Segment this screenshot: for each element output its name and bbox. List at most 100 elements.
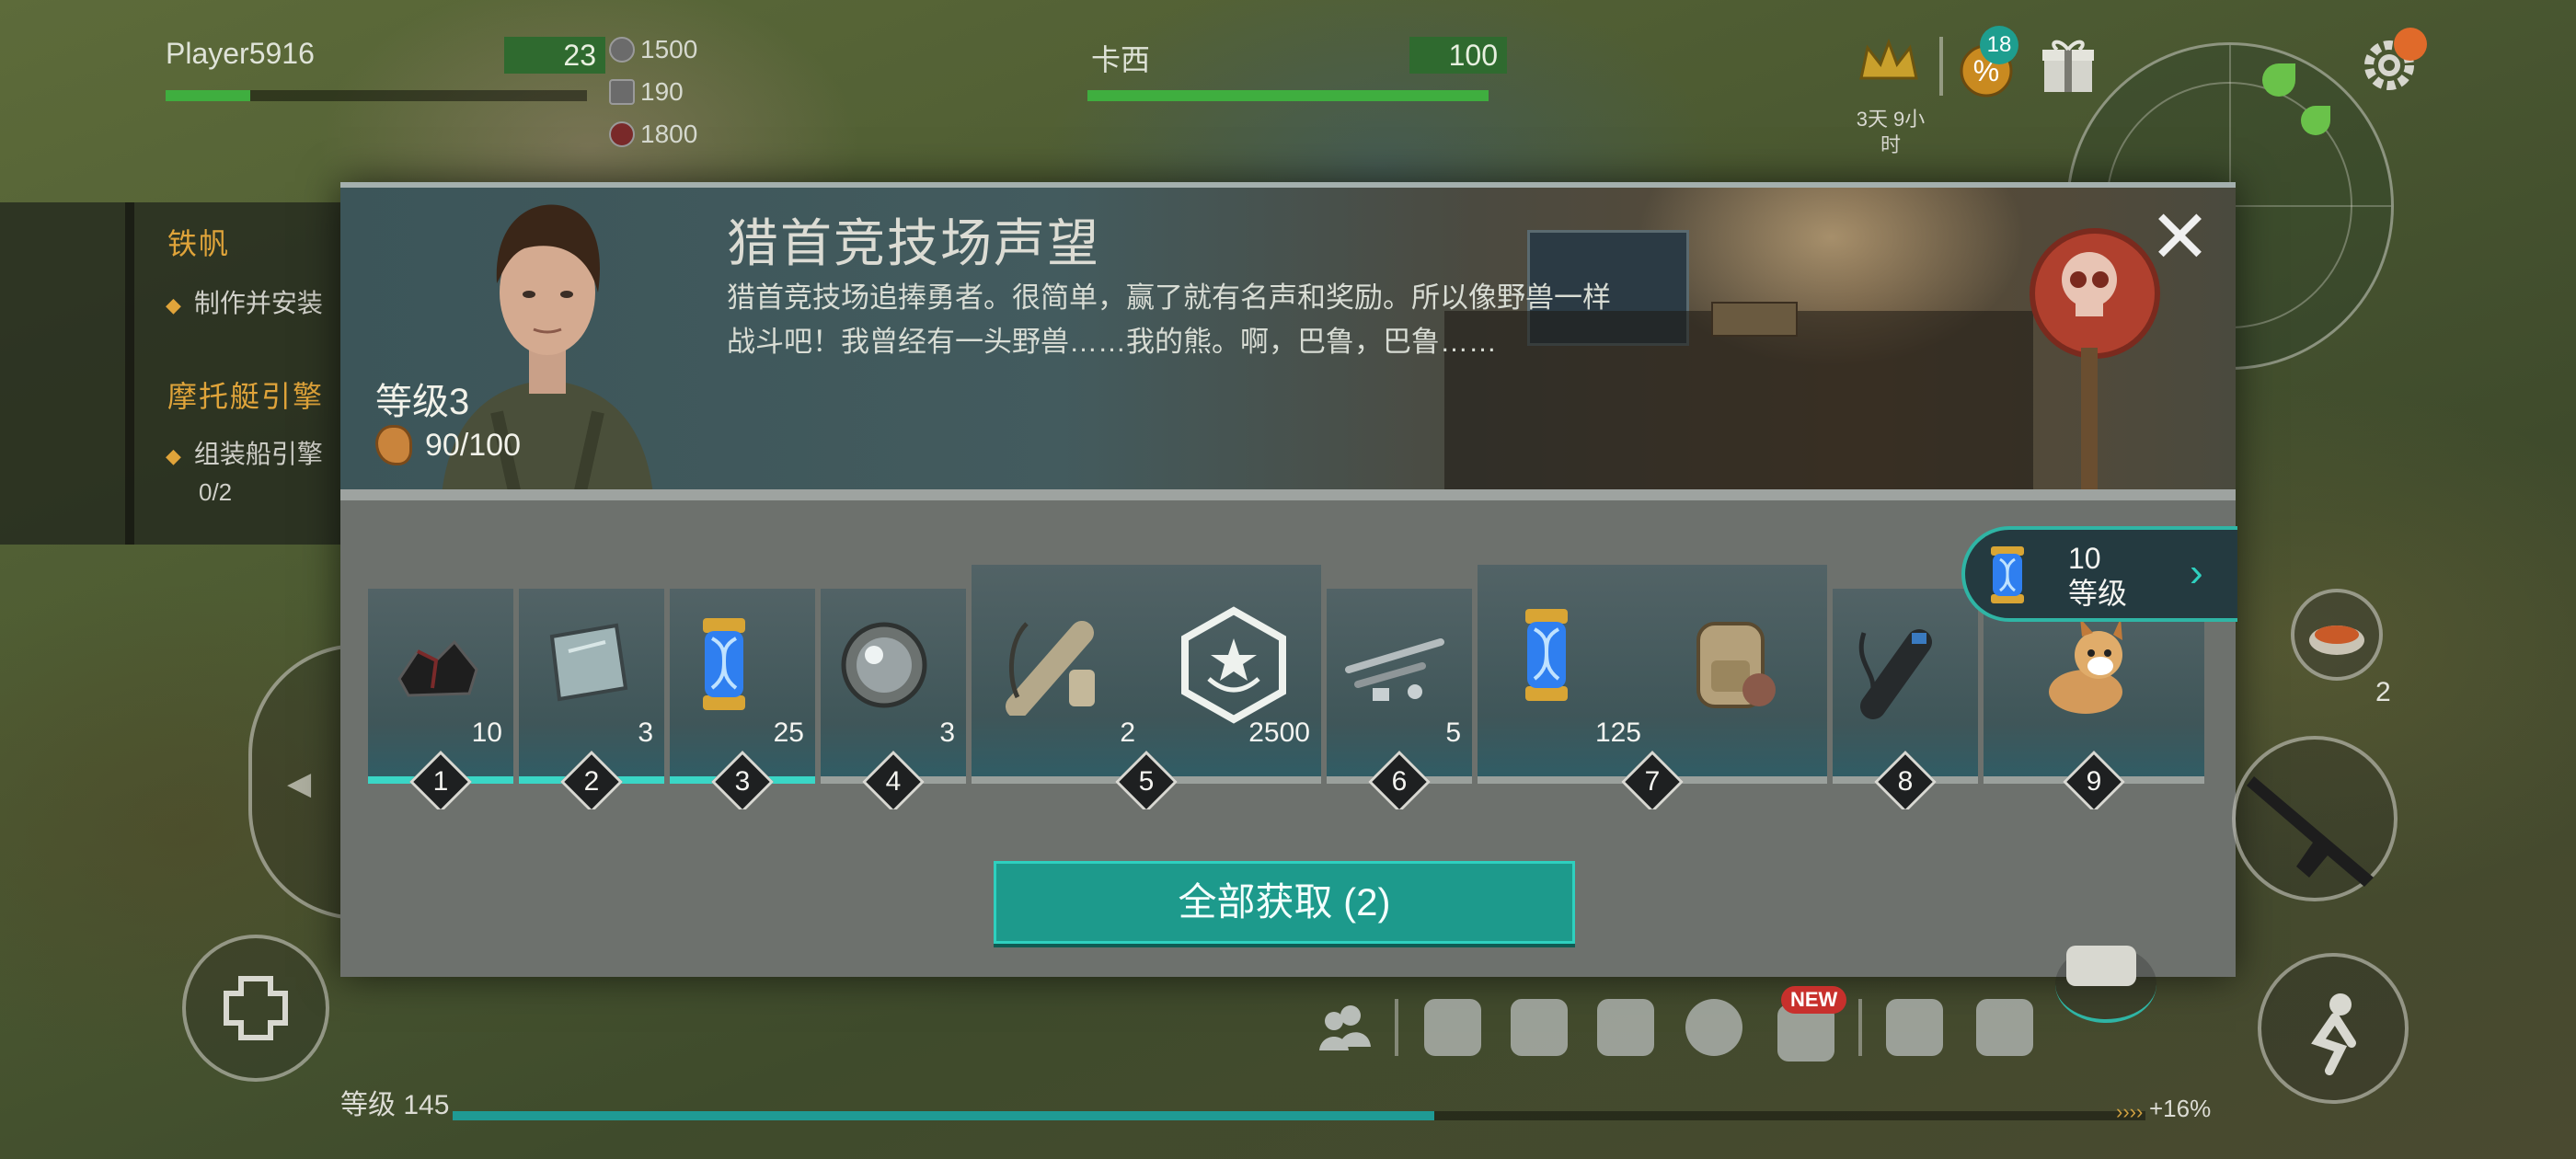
- food-button[interactable]: [2291, 589, 2383, 681]
- tier-number: 6: [1391, 766, 1408, 797]
- chat-bubble-icon: [2066, 946, 2136, 986]
- quest-title-1[interactable]: 铁帆: [167, 221, 230, 263]
- event-timer: 3天 9小时: [1856, 108, 1926, 156]
- quest-progress: 0/2: [199, 478, 233, 506]
- reward-count: 3: [939, 717, 955, 748]
- clipboard-icon[interactable]: [1597, 999, 1654, 1056]
- dna-capsule-icon: [1980, 543, 2035, 607]
- quest-objective-2: ◆ 组装船引擎: [166, 440, 323, 468]
- coal-icon: [381, 614, 491, 711]
- claim-all-button[interactable]: 全部获取 (2): [994, 861, 1575, 944]
- sale-badge: 18: [1980, 26, 2018, 64]
- quest-objective-1: ◆ 制作并安装: [166, 289, 323, 317]
- companion-value: 100: [1409, 37, 1507, 74]
- reward-count: 25: [773, 717, 804, 748]
- companion-health-bar: [1087, 90, 1489, 101]
- resource-row-3: 1800: [609, 120, 697, 149]
- xp-bar: [453, 1111, 2145, 1120]
- milestone-unit: 等级: [2068, 577, 2128, 610]
- vip-crown-icon[interactable]: [1857, 37, 1921, 92]
- reward-count: 2: [1120, 717, 1135, 748]
- weapon-button[interactable]: [2232, 736, 2398, 901]
- metal-plate-icon: [532, 614, 642, 711]
- xp-bar-fill: [453, 1111, 1435, 1120]
- coin-icon: [609, 37, 635, 63]
- dna-lab-icon[interactable]: [1424, 999, 1481, 1056]
- banner-divider: [340, 489, 2236, 500]
- heal-button[interactable]: [182, 935, 329, 1082]
- tier-number: 8: [1897, 766, 1914, 797]
- reward-count: 3: [638, 717, 653, 748]
- map-marker-icon: [2301, 106, 2330, 135]
- dna-capsule-icon: [1505, 605, 1588, 711]
- reward-count: 125: [1594, 717, 1641, 748]
- backpack-icon[interactable]: [1976, 999, 2033, 1056]
- reward-slot-5[interactable]: 2 2500: [972, 565, 1321, 782]
- reward-count: 10: [471, 717, 502, 748]
- xp-arrows-icon: ››››: [2116, 1100, 2144, 1123]
- cash-icon: [609, 79, 635, 105]
- tier-number: 3: [734, 766, 751, 797]
- chat-button[interactable]: [2055, 946, 2156, 1023]
- tier-number: 2: [583, 766, 600, 797]
- silencer-icon: [1846, 614, 1947, 729]
- joystick-left-arrow-icon: ◀: [287, 766, 312, 801]
- tier-number: 9: [2086, 766, 2102, 797]
- compass-icon[interactable]: [1685, 999, 1742, 1056]
- bullet-icon: ◆: [166, 293, 181, 316]
- close-icon[interactable]: ✕: [2149, 201, 2211, 274]
- resource-row-1: 1500: [609, 35, 697, 64]
- tier-number: 1: [432, 766, 449, 797]
- bullet-icon: ◆: [166, 444, 181, 467]
- banner-top-edge: [340, 182, 2236, 188]
- gift-icon[interactable]: [2041, 37, 2096, 96]
- modal-description: 猎首竞技场追捧勇者。很简单，赢了就有名声和奖励。所以像野兽一样战斗吧！我曾经有一…: [727, 281, 1611, 358]
- quest-title-2[interactable]: 摩托艇引擎: [167, 373, 324, 416]
- quest-panel[interactable]: 铁帆 ◆ 制作并安装 摩托艇引擎 ◆ 组装船引擎 0/2: [0, 202, 340, 545]
- scope-icon: [999, 605, 1119, 720]
- ear-icon: [375, 425, 412, 465]
- backpack-icon: [1680, 605, 1781, 720]
- skull-token-icon: [609, 121, 635, 147]
- food-count: 2: [2375, 677, 2391, 707]
- dog-icon: [2034, 614, 2145, 729]
- map-icon[interactable]: [1886, 999, 1943, 1056]
- shop-sign: [1711, 302, 1798, 337]
- tier-number: 7: [1644, 766, 1661, 797]
- next-milestone[interactable]: 10 等级 ›: [1961, 526, 2237, 622]
- quest-panel-edge: [125, 202, 134, 545]
- milestone-level: 10: [2068, 542, 2101, 575]
- map-marker-icon: [2262, 63, 2295, 97]
- shield-badge-icon[interactable]: [1511, 999, 1568, 1056]
- modal-title: 猎首竞技场声望: [727, 214, 1100, 272]
- reward-slot-7[interactable]: 125: [1478, 565, 1827, 782]
- reward-track[interactable]: 10 1 3 2 25 3 3 4 2 2500 5 5 6 125 7 8 9: [368, 552, 2206, 809]
- reward-count: 2500: [1248, 717, 1310, 748]
- player-level: 23: [504, 37, 605, 74]
- new-badge: NEW: [1781, 986, 1847, 1014]
- companion-name: 卡西: [1091, 43, 1151, 76]
- crouch-button[interactable]: [2258, 953, 2409, 1104]
- hud-divider: [1939, 37, 1943, 96]
- tier-number: 4: [885, 766, 902, 797]
- xp-boost: +16%: [2149, 1095, 2212, 1122]
- dock-divider: [1858, 999, 1862, 1056]
- settings-gift-badge-icon: [2394, 28, 2427, 61]
- player-name: Player5916: [166, 37, 315, 70]
- reputation-progress: 90/100: [375, 425, 521, 465]
- clan-icon[interactable]: [1316, 999, 1373, 1056]
- barrel-parts-icon: [1340, 614, 1450, 711]
- resource-row-2: 190: [609, 77, 684, 107]
- dock-divider: [1395, 999, 1398, 1056]
- lens-icon: [834, 614, 935, 720]
- reputation-level: 等级3: [375, 382, 470, 422]
- sign-post: [2081, 348, 2098, 491]
- tier-number: 5: [1138, 766, 1155, 797]
- skull-sign-icon: [2030, 228, 2160, 359]
- player-level-label: 等级 145: [340, 1090, 450, 1120]
- reward-count: 5: [1445, 717, 1461, 748]
- chevron-right-icon: ›: [2190, 550, 2203, 595]
- dna-capsule-icon: [683, 614, 765, 720]
- player-health-bar: [166, 90, 587, 101]
- reputation-badge-icon: [1174, 605, 1294, 729]
